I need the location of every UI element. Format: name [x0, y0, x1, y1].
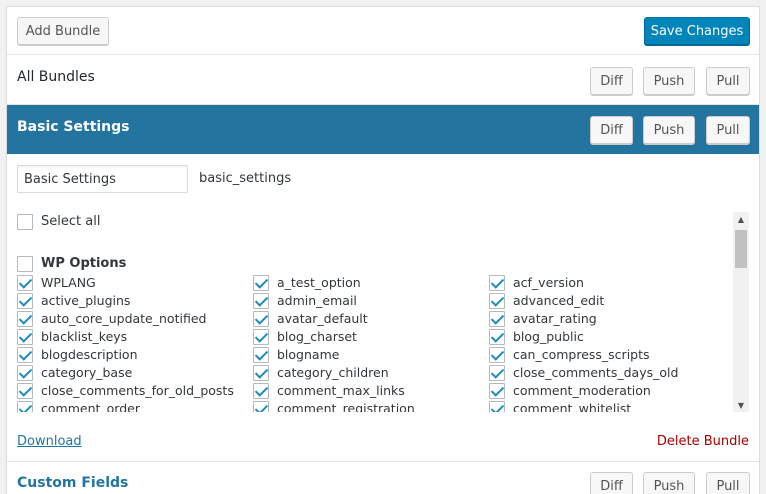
- option-label: close_comments_days_old: [513, 365, 679, 380]
- option-checkbox[interactable]: [17, 383, 33, 399]
- scroll-thumb[interactable]: [735, 230, 747, 268]
- option-checkbox[interactable]: [253, 275, 269, 291]
- option-label: close_comments_for_old_posts: [41, 383, 234, 398]
- option-label: blog_charset: [277, 329, 357, 344]
- option-checkbox[interactable]: [17, 347, 33, 363]
- options-list: WP Options WPLANG a_test_option acf_versio…: [17, 212, 749, 412]
- basic-settings-diff-button[interactable]: Diff: [590, 116, 633, 144]
- option-label: WPLANG: [41, 275, 96, 290]
- basic-settings-pull-button[interactable]: Pull: [706, 116, 750, 144]
- scrollbar[interactable]: ▲ ▼: [733, 212, 749, 412]
- all-bundles-diff-button[interactable]: Diff: [590, 67, 633, 95]
- option-checkbox[interactable]: [17, 293, 33, 309]
- toolbar: Add Bundle Save Changes: [7, 7, 759, 55]
- option-label: comment_max_links: [277, 383, 405, 398]
- option-checkbox[interactable]: [253, 401, 269, 412]
- option-checkbox[interactable]: [253, 365, 269, 381]
- option-checkbox[interactable]: [17, 365, 33, 381]
- bundle-slug: basic_settings: [199, 171, 292, 186]
- option-checkbox[interactable]: [17, 329, 33, 345]
- option-label: category_base: [41, 365, 133, 380]
- option-label: category_children: [277, 365, 389, 380]
- option-label: a_test_option: [277, 275, 361, 290]
- add-bundle-button[interactable]: Add Bundle: [17, 17, 109, 45]
- option-checkbox[interactable]: [253, 311, 269, 327]
- scroll-down-arrow-icon[interactable]: ▼: [733, 398, 749, 412]
- download-link[interactable]: Download: [17, 434, 82, 449]
- all-bundles-title: All Bundles: [17, 69, 95, 85]
- custom-fields-row[interactable]: Custom Fields Diff Push Pull: [7, 461, 759, 494]
- option-label: comment_moderation: [513, 383, 651, 398]
- option-checkbox[interactable]: [489, 347, 505, 363]
- option-checkbox[interactable]: [253, 293, 269, 309]
- option-checkbox[interactable]: [489, 311, 505, 327]
- custom-fields-diff-button[interactable]: Diff: [590, 472, 633, 494]
- all-bundles-push-button[interactable]: Push: [643, 67, 695, 95]
- bundles-panel: Add Bundle Save Changes All Bundles Diff…: [6, 6, 760, 494]
- option-checkbox[interactable]: [17, 311, 33, 327]
- option-checkbox[interactable]: [17, 401, 33, 412]
- group-title: WP Options: [41, 256, 127, 271]
- option-label: admin_email: [277, 293, 357, 308]
- save-changes-button[interactable]: Save Changes: [644, 17, 750, 45]
- option-label: avatar_rating: [513, 311, 597, 326]
- bundle-name-input[interactable]: [17, 165, 188, 193]
- custom-fields-title: Custom Fields: [17, 475, 129, 491]
- option-label: blogdescription: [41, 347, 138, 362]
- option-checkbox[interactable]: [253, 383, 269, 399]
- option-checkbox[interactable]: [489, 365, 505, 381]
- option-label: acf_version: [513, 275, 584, 290]
- option-checkbox[interactable]: [489, 293, 505, 309]
- basic-settings-header[interactable]: Basic Settings Diff Push Pull: [7, 105, 759, 154]
- basic-settings-title: Basic Settings: [17, 119, 130, 135]
- option-checkbox[interactable]: [489, 383, 505, 399]
- option-label: comment_registration: [277, 401, 415, 412]
- option-checkbox[interactable]: [17, 275, 33, 291]
- group-checkbox[interactable]: [17, 256, 33, 272]
- scroll-up-arrow-icon[interactable]: ▲: [733, 212, 749, 226]
- option-checkbox[interactable]: [489, 401, 505, 412]
- delete-bundle-link[interactable]: Delete Bundle: [657, 434, 749, 449]
- option-label: active_plugins: [41, 293, 131, 308]
- option-label: advanced_edit: [513, 293, 605, 308]
- option-label: can_compress_scripts: [513, 347, 650, 362]
- option-label: blog_public: [513, 329, 584, 344]
- custom-fields-pull-button[interactable]: Pull: [706, 472, 750, 494]
- option-label: comment_order: [41, 401, 140, 412]
- all-bundles-row: All Bundles Diff Push Pull: [7, 55, 759, 105]
- option-checkbox[interactable]: [489, 329, 505, 345]
- option-checkbox[interactable]: [253, 347, 269, 363]
- option-label: blogname: [277, 347, 340, 362]
- option-label: avatar_default: [277, 311, 368, 326]
- basic-settings-push-button[interactable]: Push: [643, 116, 695, 144]
- option-label: comment_whitelist: [513, 401, 632, 412]
- all-bundles-pull-button[interactable]: Pull: [706, 67, 750, 95]
- option-label: blacklist_keys: [41, 329, 128, 344]
- custom-fields-push-button[interactable]: Push: [643, 472, 695, 494]
- option-checkbox[interactable]: [253, 329, 269, 345]
- option-label: auto_core_update_notified: [41, 311, 207, 326]
- option-checkbox[interactable]: [489, 275, 505, 291]
